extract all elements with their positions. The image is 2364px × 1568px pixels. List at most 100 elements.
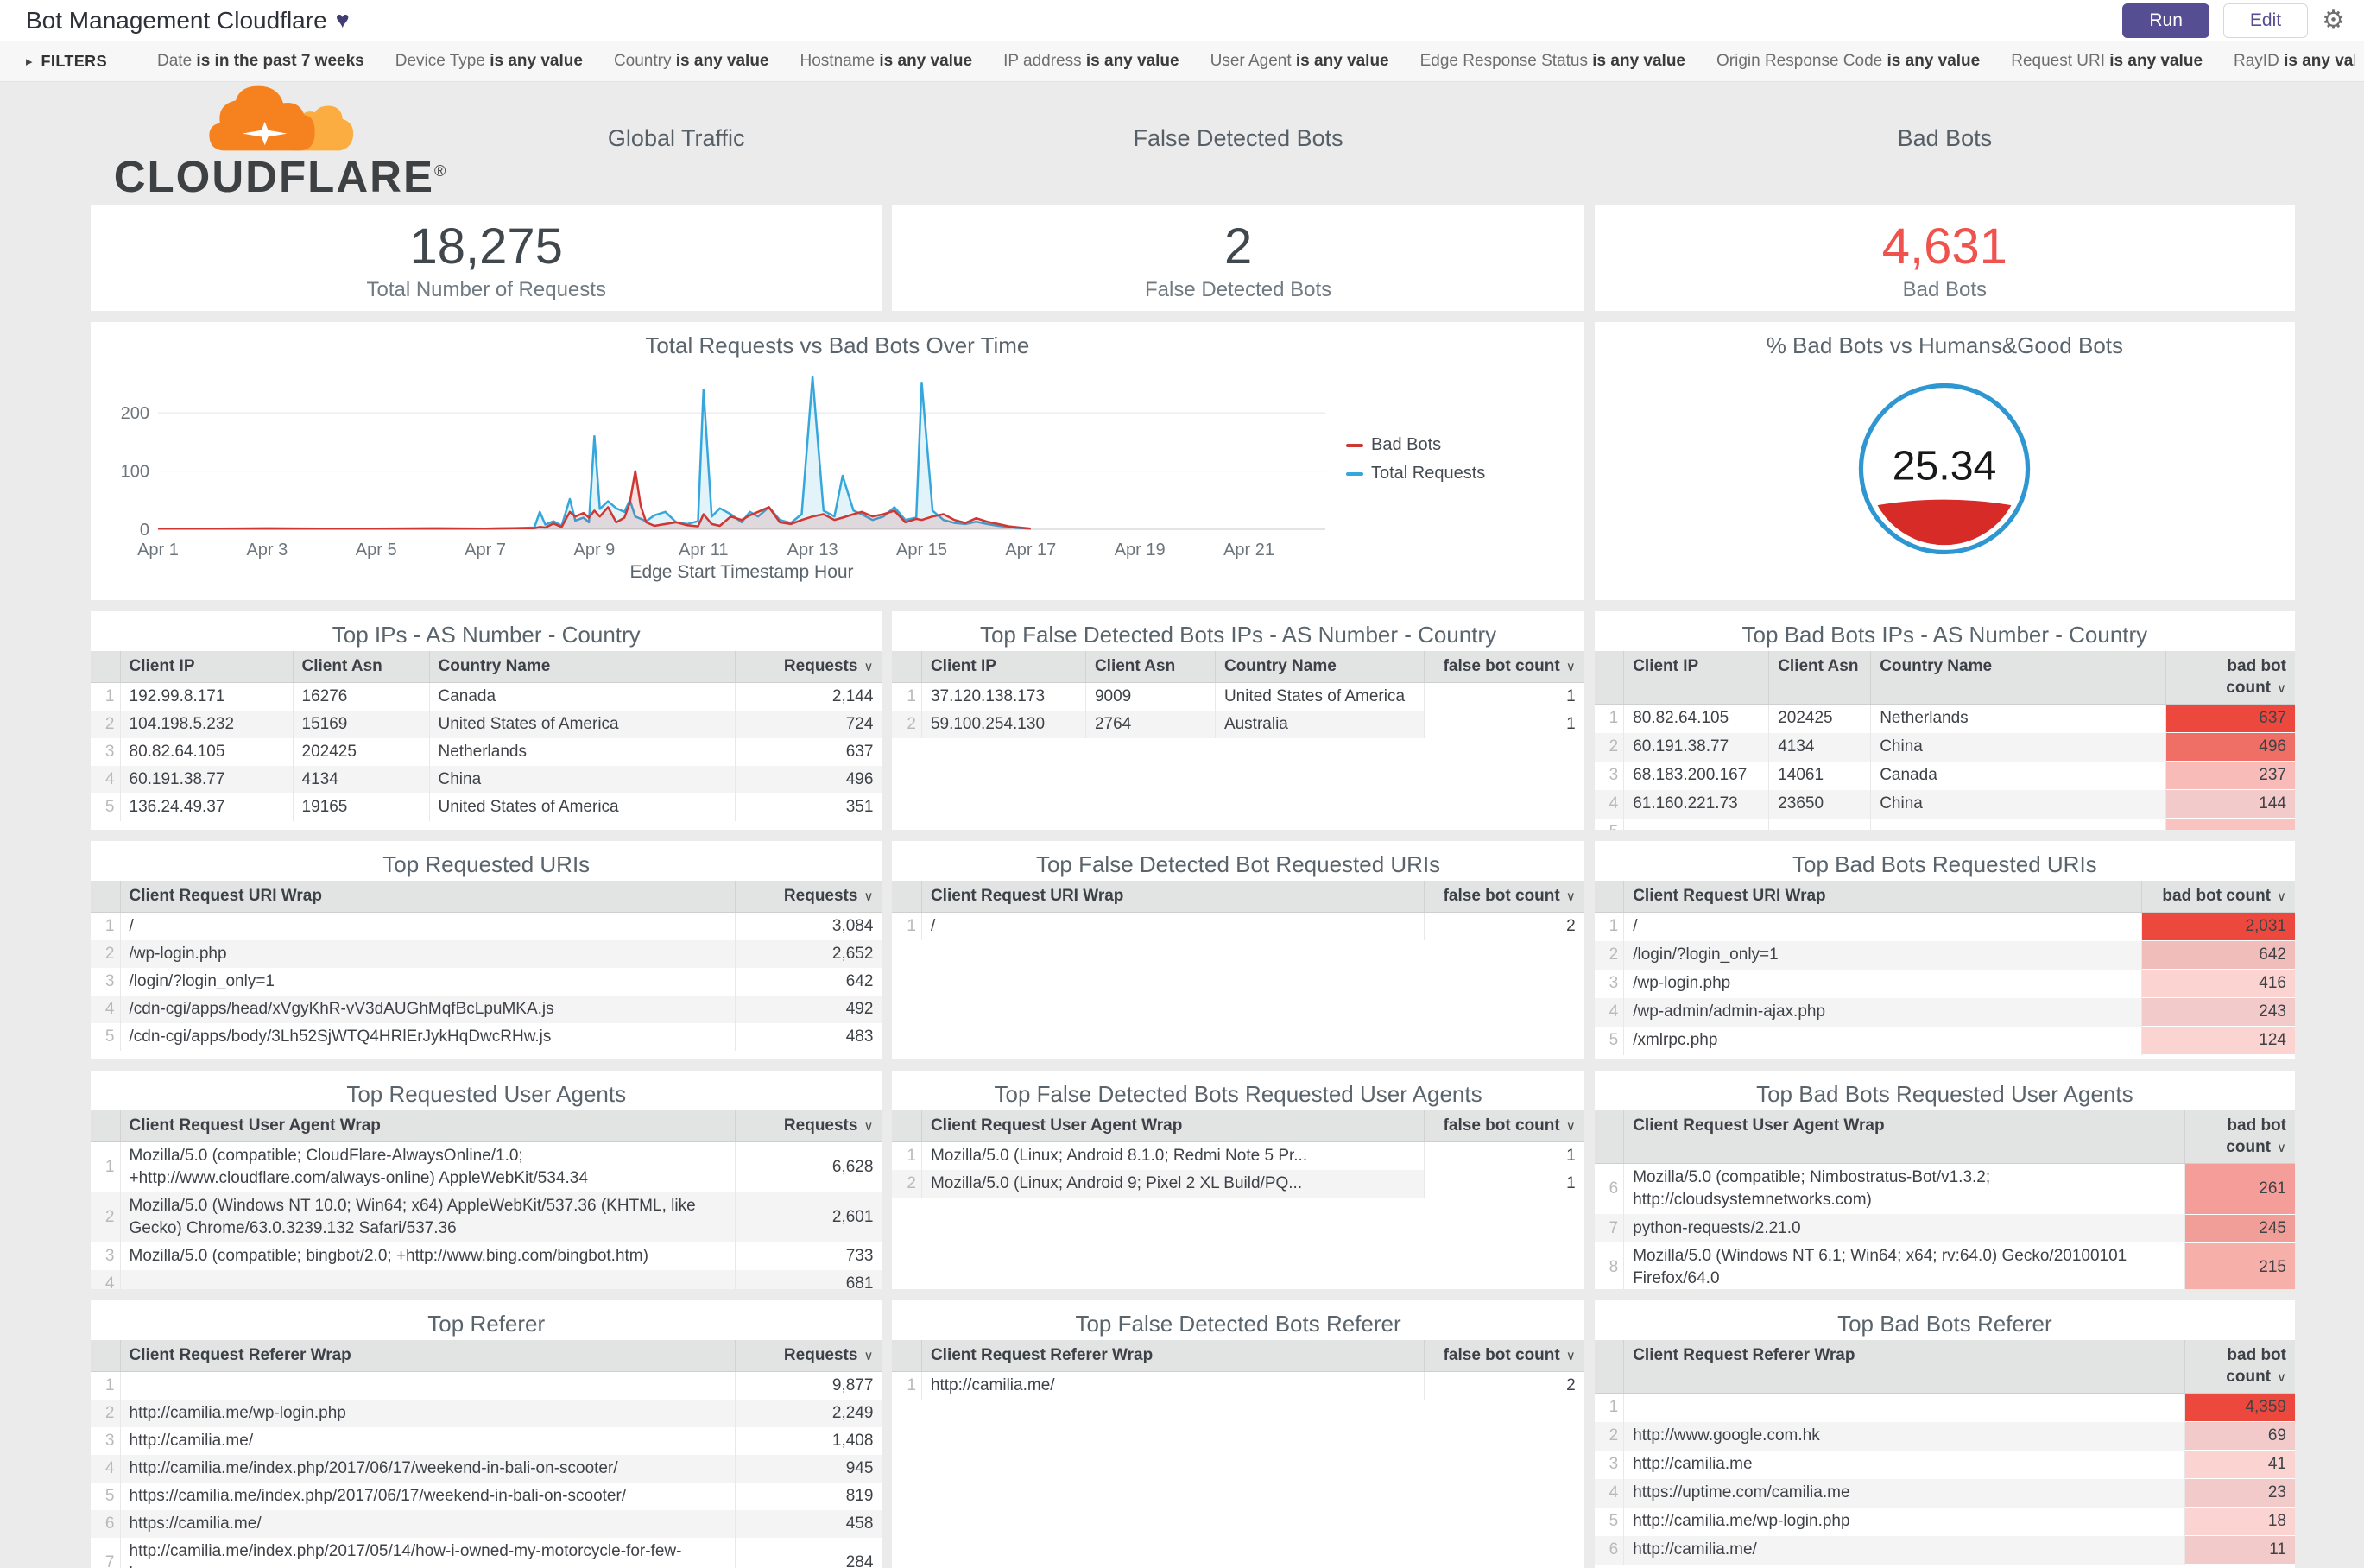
column-header[interactable]: Client Request URI Wrap [120, 881, 736, 913]
table-row[interactable]: 8 Mozilla/5.0 (Windows NT 6.1; Win64; x64… [1594, 1242, 2295, 1289]
sort-caret-icon: ∨ [1565, 1349, 1576, 1363]
filters-label[interactable]: FILTERS [41, 53, 107, 71]
table-row[interactable]: 3/login/?login_only=1 642 [91, 968, 882, 996]
column-header[interactable]: Country Name [1870, 651, 2166, 705]
filter-item[interactable]: IP address is any value [1003, 52, 1179, 71]
filter-item[interactable]: Request URI is any value [2011, 52, 2203, 71]
table-row[interactable]: 4/wp-admin/admin-ajax.php 243 [1594, 997, 2295, 1027]
table-row[interactable]: 7 python-requests/2.21.0 245 [1594, 1214, 2295, 1243]
legend-item-bad-bots[interactable]: Bad Bots [1346, 435, 1485, 455]
column-header[interactable]: Client Request User Agent Wrap [120, 1110, 736, 1142]
column-header[interactable]: Country Name [1215, 651, 1425, 683]
table-row[interactable]: 1 80.82.64.105 202425 Netherlands 637 [1594, 704, 2295, 733]
column-header[interactable]: Client Asn [1768, 651, 1872, 705]
column-header[interactable]: Requests ∨ [735, 651, 882, 683]
run-button[interactable]: Run [2122, 3, 2209, 38]
table-row[interactable]: 4/cdn-cgi/apps/head/xVgyKhR-vV3dAUGhMqfB… [91, 996, 882, 1023]
column-header[interactable]: Client Request URI Wrap [921, 881, 1425, 913]
column-header[interactable]: Client IP [1623, 651, 1770, 705]
table-row[interactable]: 3 80.82.64.105 202425 Netherlands 637 [91, 738, 882, 766]
table-row[interactable]: 4 https://uptime.com/camilia.me 23 [1594, 1478, 2295, 1508]
table-cell: United States of America [1215, 682, 1425, 711]
table-row[interactable]: 1/2 [892, 912, 1584, 940]
filters-expand-icon[interactable]: ▸ [26, 54, 33, 69]
filter-item[interactable]: Edge Response Status is any value [1420, 52, 1685, 71]
gear-icon[interactable]: ⚙ [2322, 7, 2345, 34]
column-header[interactable]: false bot count ∨ [1424, 651, 1584, 683]
table-row[interactable]: 4 60.191.38.77 4134 China 496 [91, 766, 882, 793]
filter-item[interactable]: Country is any value [614, 52, 769, 71]
table-row[interactable]: 4 61.160.221.73 23650 China 144 [1594, 789, 2295, 819]
table-row[interactable]: 3/wp-login.php 416 [1594, 969, 2295, 998]
table-row[interactable]: 1 Mozilla/5.0 (Linux; Android 8.1.0; Redm… [892, 1141, 1584, 1170]
table-row[interactable]: 6 Mozilla/5.0 (compatible; Nimbostratus-B… [1594, 1163, 2295, 1215]
table-row[interactable]: 4 681 [91, 1270, 882, 1289]
table-row[interactable]: 2 Mozilla/5.0 (Linux; Android 9; Pixel 2 … [892, 1170, 1584, 1198]
column-header[interactable]: Requests ∨ [735, 1110, 882, 1142]
table-row[interactable]: 1 192.99.8.171 16276 Canada 2,144 [91, 682, 882, 711]
table-row[interactable]: 2 104.198.5.232 15169 United States of Amer… [91, 711, 882, 738]
table-row[interactable]: 6 http://camilia.me/11 [1594, 1535, 2295, 1565]
table-row[interactable]: 1 http://camilia.me/2 [892, 1371, 1584, 1400]
table-row[interactable]: 2 60.191.38.77 4134 China 496 [1594, 732, 2295, 762]
edit-button[interactable]: Edit [2222, 3, 2309, 38]
legend-item-total-requests[interactable]: Total Requests [1346, 464, 1485, 484]
column-header[interactable]: Client Asn [1085, 651, 1216, 683]
filter-item[interactable]: User Agent is any value [1210, 52, 1389, 71]
table-row[interactable]: 1/2,031 [1594, 912, 2295, 941]
table-row[interactable]: 1 4,359 [1594, 1393, 2295, 1422]
column-header[interactable]: false bot count ∨ [1424, 1340, 1584, 1372]
column-header[interactable]: Requests ∨ [735, 881, 882, 913]
column-header[interactable]: Client Request Referer Wrap [1623, 1340, 2185, 1394]
column-header[interactable]: Client Request User Agent Wrap [1623, 1110, 2185, 1164]
column-header[interactable]: bad bot count ∨ [2141, 881, 2295, 913]
table-row[interactable]: 3 http://camilia.me/1,408 [91, 1427, 882, 1455]
column-header[interactable]: Client Request URI Wrap [1623, 881, 2142, 913]
column-header[interactable]: Client Request Referer Wrap [120, 1340, 736, 1372]
filter-item[interactable]: Origin Response Code is any value [1716, 52, 1980, 71]
bad-bots-gauge[interactable]: 25.34 [1854, 377, 2035, 560]
table-row[interactable]: 3 Mozilla/5.0 (compatible; bingbot/2.0; +… [91, 1242, 882, 1270]
table-row[interactable]: 2/wp-login.php 2,652 [91, 940, 882, 968]
table-row[interactable]: 4 http://camilia.me/index.php/2017/06/17/… [91, 1455, 882, 1483]
table-row[interactable]: 2 http://camilia.me/wp-login.php 2,249 [91, 1400, 882, 1427]
table-row[interactable]: 1 9,877 [91, 1371, 882, 1400]
table-row[interactable]: 2 Mozilla/5.0 (Windows NT 10.0; Win64; x6… [91, 1192, 882, 1242]
column-header[interactable]: false bot count ∨ [1424, 1110, 1584, 1142]
column-header[interactable]: false bot count ∨ [1424, 881, 1584, 913]
column-header[interactable]: bad bot count ∨ [2184, 1110, 2295, 1164]
column-header[interactable]: Client IP [921, 651, 1086, 683]
column-header[interactable]: bad bot count ∨ [2165, 651, 2295, 705]
table-row[interactable]: 5/cdn-cgi/apps/body/3Lh52SjWTQ4HRlErJykH… [91, 1023, 882, 1051]
column-header[interactable]: Requests ∨ [735, 1340, 882, 1372]
table-row[interactable]: 5 https://camilia.me/index.php/2017/06/17… [91, 1483, 882, 1510]
table-row[interactable]: 5 http://camilia.me/wp-login.php 18 [1594, 1507, 2295, 1536]
table-row[interactable]: 1 37.120.138.173 9009 United States of Amer… [892, 682, 1584, 711]
column-header[interactable]: Client IP [120, 651, 294, 683]
table-row[interactable]: 2 http://www.google.com.hk 69 [1594, 1421, 2295, 1451]
table-row[interactable]: 3 68.183.200.167 14061 Canada 237 [1594, 761, 2295, 790]
column-header[interactable]: bad bot count ∨ [2184, 1340, 2295, 1394]
table-row[interactable]: 3 http://camilia.me 41 [1594, 1450, 2295, 1479]
filter-item[interactable]: Date is in the past 7 weeks [157, 52, 364, 71]
filter-condition: is any value [490, 52, 583, 70]
table-row[interactable]: 6 https://camilia.me/458 [91, 1510, 882, 1538]
table-row[interactable]: 5/xmlrpc.php 124 [1594, 1026, 2295, 1055]
table-row[interactable]: 1/ 3,084 [91, 912, 882, 940]
column-header[interactable]: Country Name [429, 651, 736, 683]
filter-item[interactable]: RayID is any value [2234, 52, 2355, 71]
table-row[interactable]: 1 Mozilla/5.0 (compatible; CloudFlare-Alw… [91, 1141, 882, 1192]
column-header[interactable]: Client Asn [293, 651, 430, 683]
table-row[interactable]: 2/login/?login_only=1 642 [1594, 940, 2295, 970]
timeseries-chart[interactable]: 0 100 200 Apr 1 Apr 3 Apr 5 Apr 7 Apr 9 Apr 11 Ap… [108, 362, 1334, 583]
filter-condition: is any value [1887, 52, 1981, 70]
table-row[interactable]: 5 [1594, 818, 2295, 830]
table-row[interactable]: 7 http://camilia.me/index.php/2017/05/14/… [91, 1538, 882, 1568]
column-header[interactable]: Client Request User Agent Wrap [921, 1110, 1425, 1142]
filter-item[interactable]: Hostname is any value [800, 52, 973, 71]
table-row[interactable]: 5 136.24.49.37 19165 United States of Ameri… [91, 793, 882, 821]
table-row[interactable]: 2 59.100.254.130 2764 Australia 1 [892, 711, 1584, 738]
column-header[interactable]: Client Request Referer Wrap [921, 1340, 1425, 1372]
table-cell: 637 [845, 743, 874, 761]
filter-item[interactable]: Device Type is any value [395, 52, 583, 71]
